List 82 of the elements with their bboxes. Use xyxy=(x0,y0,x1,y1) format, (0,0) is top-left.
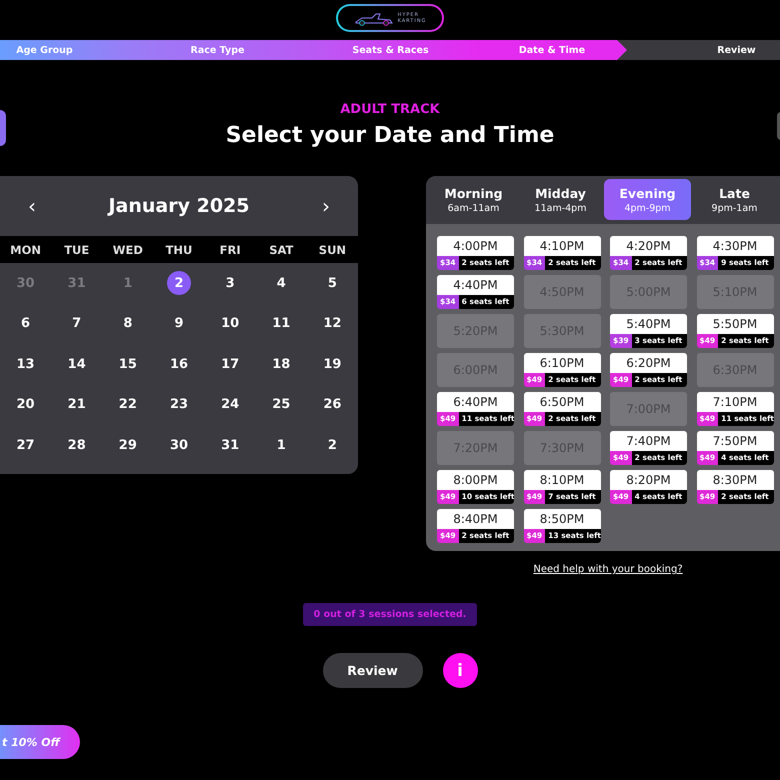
calendar-day[interactable]: 10 xyxy=(218,312,242,336)
calendar-day[interactable]: 25 xyxy=(269,392,294,417)
period-hours: 9pm-1am xyxy=(712,202,758,214)
slot-time: 7:10PM xyxy=(712,394,758,411)
weekday-label: SAT xyxy=(268,242,294,256)
calendar-day[interactable]: 4 xyxy=(269,271,294,296)
calendar-day[interactable]: 31 xyxy=(218,433,242,458)
review-button[interactable]: Review xyxy=(322,653,422,688)
slot-time: 8:40PM xyxy=(452,511,499,528)
period-label: Late xyxy=(719,186,750,200)
calendar-day[interactable]: 9 xyxy=(166,312,191,336)
calendar-day[interactable]: 1 xyxy=(269,433,294,458)
period-hours: 11am-4pm xyxy=(534,202,586,214)
slot-time: 4:30PM xyxy=(712,238,758,255)
slot-time: 8:20PM xyxy=(625,472,672,489)
period-label: Morning xyxy=(444,186,503,200)
slot-time: 4:40PM xyxy=(452,277,499,294)
calendar-day[interactable]: 30 xyxy=(166,433,191,458)
calendar-day[interactable]: 7 xyxy=(64,312,89,336)
calendar-day[interactable]: 17 xyxy=(218,352,242,376)
slot-time: 5:40PM xyxy=(625,316,672,333)
track-label: ADULT TRACK xyxy=(340,102,440,117)
period-hours: 4pm-9pm xyxy=(624,202,671,214)
calendar-day[interactable]: 3 xyxy=(218,271,242,296)
slot-time: 6:20PM xyxy=(625,355,672,372)
slot-time: 6:50PM xyxy=(538,394,586,411)
page-title: Select your Date and Time xyxy=(226,123,554,148)
calendar-day[interactable]: 12 xyxy=(320,312,344,336)
calendar-day[interactable]: 29 xyxy=(116,433,140,458)
calendar-day[interactable]: 14 xyxy=(64,352,89,376)
weekday-label: SUN xyxy=(318,242,348,256)
slot-time: 8:00PM xyxy=(452,472,499,489)
period-tab[interactable]: Evening 4pm-9pm xyxy=(604,179,691,220)
calendar-day[interactable]: 11 xyxy=(269,312,294,336)
previous-month-button[interactable]: ‹ xyxy=(24,194,40,218)
calendar-day[interactable]: 15 xyxy=(116,352,140,376)
period-tab[interactable]: Late 9pm-1am xyxy=(691,179,778,220)
progress-step[interactable]: Seats & Races xyxy=(304,40,477,60)
slot-time: 8:10PM xyxy=(538,472,586,489)
calendar-day[interactable]: 28 xyxy=(64,433,89,458)
sessions-status: 0 out of 3 sessions selected. xyxy=(302,603,478,626)
calendar-day[interactable]: 19 xyxy=(320,352,344,376)
help-link[interactable]: Need help with your booking? xyxy=(533,564,683,575)
calendar-day[interactable]: 2 xyxy=(166,271,191,296)
calendar-day[interactable]: 16 xyxy=(166,352,191,376)
slot-time: 4:20PM xyxy=(625,238,672,255)
slot-time: 4:00PM xyxy=(452,238,499,255)
period-hours: 6am-11am xyxy=(448,202,500,214)
slot-time: 5:50PM xyxy=(712,316,758,333)
calendar-day[interactable]: 13 xyxy=(14,352,38,376)
slot-time: 6:40PM xyxy=(452,394,499,411)
calendar-day[interactable]: 22 xyxy=(116,392,140,417)
slot-time: 4:10PM xyxy=(538,238,586,255)
calendar-day[interactable]: 18 xyxy=(269,352,294,376)
slot-time: 7:40PM xyxy=(625,433,672,450)
slot-time: 8:30PM xyxy=(712,472,758,489)
weekday-label: MON xyxy=(9,242,42,256)
weekday-label: TUE xyxy=(63,242,90,256)
slot-time: 6:10PM xyxy=(538,355,586,372)
calendar-day[interactable]: 24 xyxy=(218,392,242,417)
weekday-label: FRI xyxy=(218,242,242,256)
period-tab[interactable]: Morning 6am-11am xyxy=(430,179,517,220)
calendar-day[interactable]: 2 xyxy=(320,433,344,458)
calendar-day[interactable]: 27 xyxy=(14,433,38,458)
slot-time: 7:50PM xyxy=(712,433,758,450)
calendar-day[interactable]: 26 xyxy=(320,392,344,417)
calendar-day[interactable]: 6 xyxy=(14,312,38,336)
weekday-label: THU xyxy=(164,242,194,256)
month-title: January 2025 xyxy=(108,195,250,217)
slot-time: 8:50PM xyxy=(538,511,586,528)
period-tab[interactable]: Midday 11am-4pm xyxy=(517,179,604,220)
weekday-label: WED xyxy=(112,242,144,256)
calendar-day[interactable]: 8 xyxy=(116,312,140,336)
period-label: Midday xyxy=(535,186,586,200)
calendar-day[interactable]: 21 xyxy=(64,392,89,417)
progress-step[interactable]: Date & Time xyxy=(477,40,627,60)
progress-step[interactable]: Review xyxy=(650,40,780,60)
calendar-day[interactable]: 20 xyxy=(14,392,38,417)
period-label: Evening xyxy=(619,186,676,200)
calendar-day[interactable]: 5 xyxy=(320,271,344,296)
calendar-day[interactable]: 23 xyxy=(166,392,191,417)
next-month-button[interactable]: › xyxy=(318,194,334,218)
